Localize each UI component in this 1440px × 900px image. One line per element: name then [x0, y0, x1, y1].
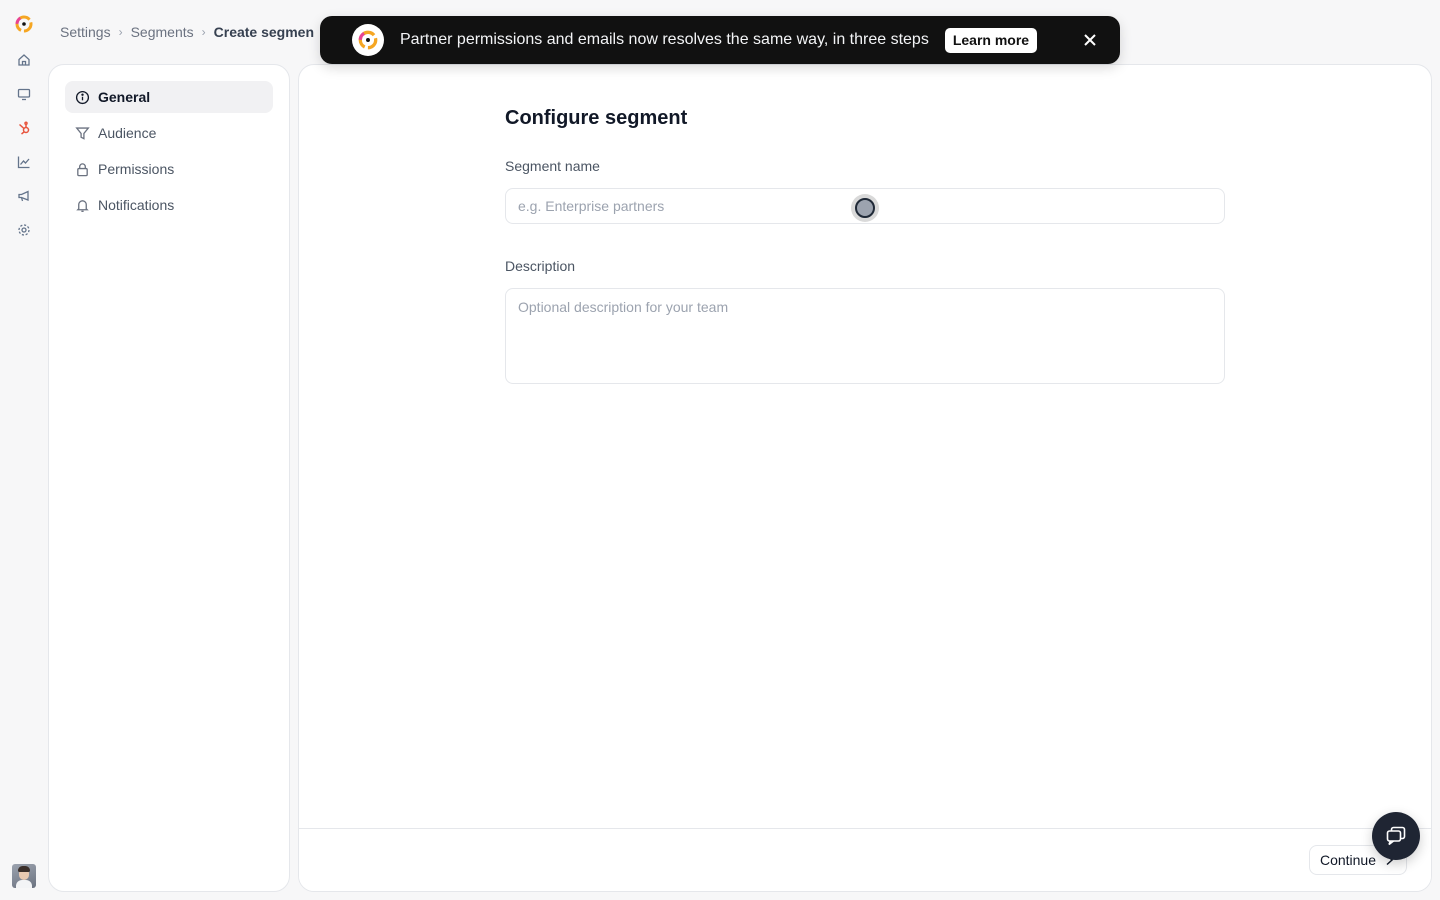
description-textarea[interactable] — [505, 288, 1225, 384]
megaphone-icon[interactable] — [16, 188, 32, 204]
sidebar-item-permissions[interactable]: Permissions — [65, 153, 273, 185]
segment-name-label: Segment name — [505, 158, 600, 174]
breadcrumb-current: Create segmen — [213, 24, 315, 40]
breadcrumb-segments[interactable]: Segments — [131, 24, 194, 40]
mouse-cursor — [851, 194, 879, 222]
chat-button[interactable] — [1372, 812, 1420, 860]
chevron-right-icon: › — [201, 25, 206, 39]
sidebar-item-label: Audience — [98, 125, 157, 141]
configure-segment-form: Configure segment Segment name Descripti… — [505, 107, 1225, 389]
sidebar-item-label: Notifications — [98, 197, 175, 213]
hubspot-icon[interactable] — [16, 120, 32, 136]
page-title: Configure segment — [505, 107, 688, 129]
home-icon[interactable] — [16, 52, 32, 68]
chevron-right-icon: › — [118, 25, 123, 39]
sidebar-item-general[interactable]: General — [65, 81, 273, 113]
segment-settings-nav: General Audience Permissions Notificatio… — [48, 64, 290, 892]
sidebar-item-audience[interactable]: Audience — [65, 117, 273, 149]
learn-more-button[interactable]: Learn more — [944, 27, 1038, 53]
chart-icon[interactable] — [16, 154, 32, 170]
bell-icon — [74, 197, 90, 213]
user-avatar[interactable] — [12, 864, 36, 888]
breadcrumb: Settings › Segments › Create segmen — [60, 23, 314, 41]
monitor-icon[interactable] — [16, 86, 32, 102]
sidebar-item-label: General — [98, 89, 151, 105]
filter-icon — [74, 125, 90, 141]
description-label: Description — [505, 258, 576, 274]
breadcrumb-settings[interactable]: Settings — [60, 24, 111, 40]
close-icon[interactable] — [1080, 30, 1100, 50]
app-logo-icon[interactable] — [12, 12, 36, 36]
info-icon — [74, 89, 90, 105]
app-logo-icon — [352, 24, 384, 56]
chat-icon — [1386, 826, 1406, 846]
sidebar-item-label: Permissions — [98, 161, 175, 177]
lock-icon — [74, 161, 90, 177]
announcement-banner: Partner permissions and emails now resol… — [320, 16, 1120, 64]
gear-icon[interactable] — [16, 222, 32, 238]
main-card: Configure segment Segment name Descripti… — [298, 64, 1432, 892]
banner-text: Partner permissions and emails now resol… — [400, 31, 929, 48]
sidebar-item-notifications[interactable]: Notifications — [65, 189, 273, 221]
app-rail — [0, 0, 48, 900]
continue-label: Continue — [1319, 852, 1376, 868]
form-footer: Continue — [299, 828, 1431, 891]
